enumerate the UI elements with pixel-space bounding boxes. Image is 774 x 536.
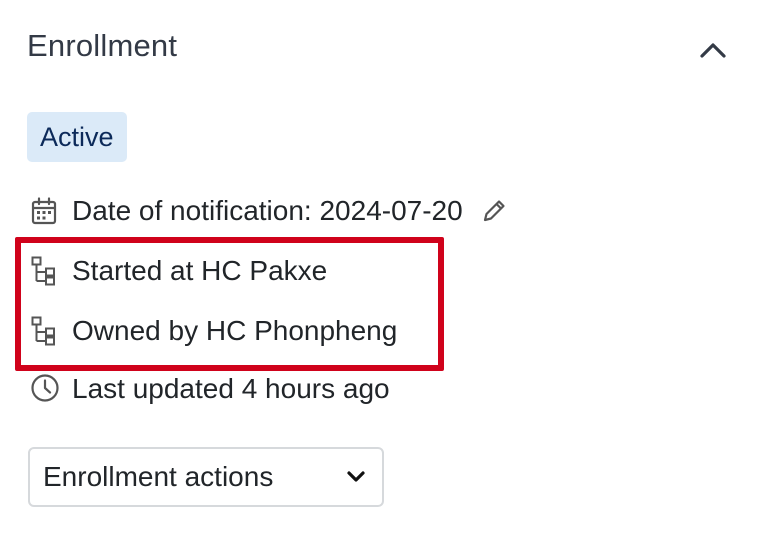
date-of-notification-text: Date of notification: 2024-07-20: [72, 195, 463, 226]
enrollment-actions-label: Enrollment actions: [43, 461, 274, 492]
highlight-box: [15, 237, 444, 371]
edit-date-button[interactable]: [479, 196, 509, 226]
clock-icon: [30, 372, 64, 406]
last-updated-text: Last updated 4 hours ago: [72, 373, 390, 404]
section-title: Enrollment: [27, 28, 178, 63]
calendar-icon: [30, 194, 64, 228]
pencil-icon: [483, 200, 505, 222]
chevron-down-icon: [347, 471, 365, 482]
collapse-button[interactable]: [692, 32, 734, 68]
date-of-notification-row: Date of notification: 2024-07-20: [30, 191, 509, 231]
chevron-up-icon: [700, 43, 726, 58]
status-badge: Active: [27, 112, 127, 162]
last-updated-row: Last updated 4 hours ago: [30, 369, 390, 409]
enrollment-actions-button[interactable]: Enrollment actions: [28, 447, 384, 507]
